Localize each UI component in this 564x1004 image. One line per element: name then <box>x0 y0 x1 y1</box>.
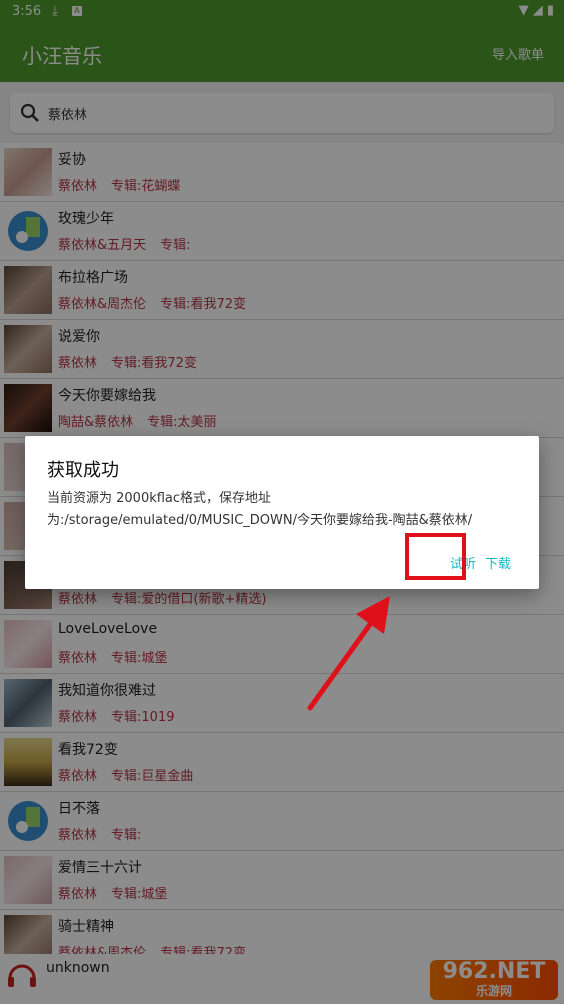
download-button[interactable]: 下载 <box>485 553 511 572</box>
highlight-box <box>405 533 466 580</box>
dialog-title: 获取成功 <box>47 460 119 481</box>
dialog-message: 当前资源为 2000kflac格式，保存地址为:/storage/emulate… <box>47 491 473 528</box>
